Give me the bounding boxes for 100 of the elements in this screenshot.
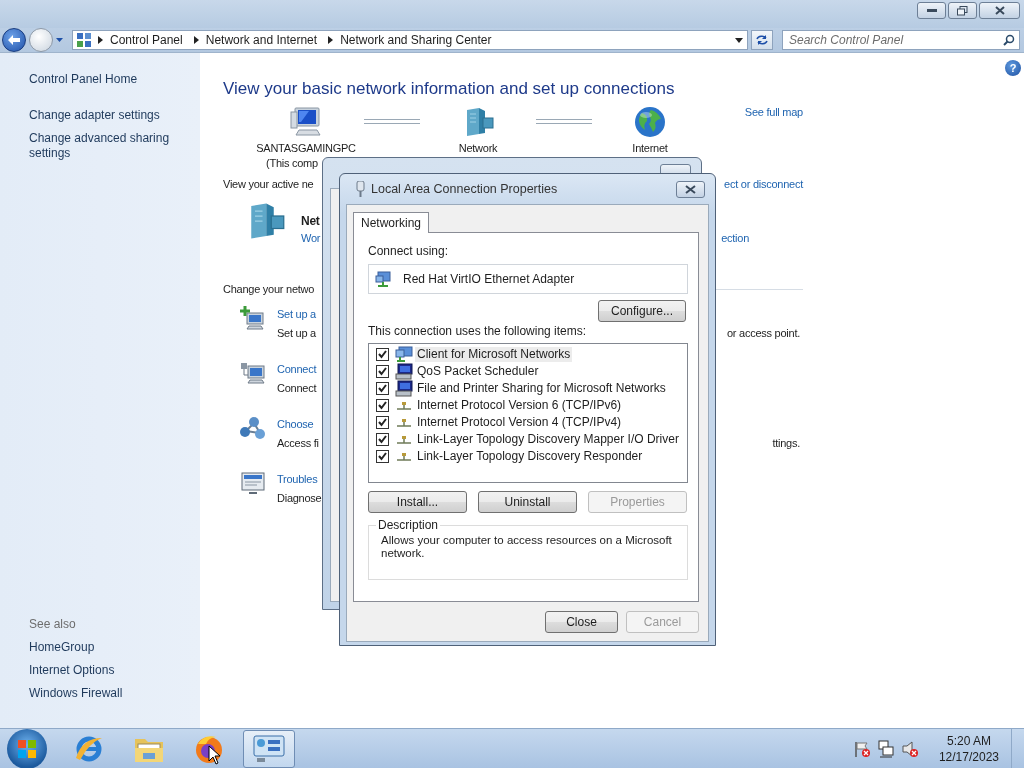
list-item[interactable]: Internet Protocol Version 4 (TCP/IPv4) [415, 415, 624, 430]
list-item[interactable]: Link-Layer Topology Discovery Mapper I/O Driver [415, 432, 681, 447]
taskbar-button[interactable] [243, 729, 295, 768]
computer-icon [395, 363, 413, 380]
sidebar-link[interactable]: Internet Options [29, 663, 174, 678]
control-panel-icon [77, 33, 91, 47]
checkbox[interactable] [376, 348, 389, 361]
computer-icon [395, 380, 413, 397]
task-description: Set up a [277, 326, 316, 341]
breadcrumb[interactable]: Network and Sharing Center [340, 33, 492, 47]
monitor-icon [240, 470, 266, 496]
list-item[interactable]: Client for Microsoft Networks [415, 347, 573, 362]
search-field[interactable]: Search Control Panel [782, 30, 1020, 50]
back-button[interactable] [2, 28, 26, 52]
checkbox[interactable] [376, 399, 389, 412]
network-computer-icon [240, 360, 266, 386]
sidebar-link[interactable]: Change advanced sharing settings [29, 131, 174, 161]
task-link[interactable]: Set up a [277, 305, 316, 323]
configure-button[interactable]: Configure... [598, 300, 686, 322]
task-link[interactable]: Choose [277, 415, 314, 433]
cursor-icon [208, 745, 221, 765]
close-button[interactable]: Close [545, 611, 618, 633]
task-description: Connect [277, 381, 317, 396]
refresh-icon [755, 34, 769, 46]
address-bar[interactable]: Control Panel Network and Internet Network and Sharing Center [72, 30, 748, 50]
see-also-heading: See also [29, 617, 77, 632]
section-label: Change your netwo [223, 282, 315, 297]
task-description: ttings. [772, 436, 800, 451]
description-text: Allows your computer to access resources on a Microsoft network. [381, 534, 673, 560]
connection-line [536, 119, 592, 124]
minimize-icon [926, 8, 937, 13]
checkbox[interactable] [376, 450, 389, 463]
network-name: Net [301, 213, 320, 229]
chevron-icon [193, 36, 199, 44]
close-icon [685, 184, 696, 194]
sidebar-link[interactable]: Change adapter settings [29, 108, 174, 123]
connect-link[interactable]: ect or disconnect [724, 177, 803, 192]
connection-link[interactable]: ection [721, 229, 749, 247]
clock-time[interactable]: 5:20 AM [946, 732, 991, 749]
network-type-link[interactable]: Wor [301, 229, 321, 247]
nodes-icon [240, 415, 266, 441]
node-label: Internet [632, 141, 668, 156]
close-icon [994, 6, 1005, 15]
restore-icon [957, 5, 968, 16]
network-adapter-icon [375, 270, 393, 288]
dropdown-caret-icon[interactable] [735, 37, 743, 43]
task-link[interactable]: Connect [277, 360, 317, 378]
task-description: Diagnose [277, 491, 322, 506]
see-full-map-link[interactable]: See full map [744, 106, 803, 118]
node-label: SANTASGAMINGPC [256, 141, 356, 156]
refresh-button[interactable] [751, 30, 773, 50]
speaker-muted-icon[interactable] [900, 739, 919, 758]
task-link[interactable]: Troubles [277, 470, 318, 488]
start-button[interactable] [7, 728, 47, 768]
install-button[interactable]: Install... [368, 491, 467, 513]
sidebar-link[interactable]: Windows Firewall [29, 686, 174, 701]
close-button[interactable] [676, 180, 705, 198]
list-item[interactable]: Internet Protocol Version 6 (TCP/IPv6) [415, 398, 624, 413]
plug-icon [356, 181, 365, 197]
clock-date[interactable]: 12/17/2023 [938, 748, 999, 765]
computer-plus-icon [240, 305, 266, 331]
computer-icon [289, 106, 323, 138]
list-item[interactable]: Link-Layer Topology Discovery Responder [415, 449, 645, 464]
field-label: Connect using: [368, 244, 450, 259]
list-item[interactable]: QoS Packet Scheduler [415, 364, 541, 379]
sidebar-link[interactable]: Control Panel Home [29, 72, 174, 87]
minimize-button[interactable] [917, 2, 946, 19]
chevron-icon [328, 36, 334, 44]
task-description: or access point. [726, 326, 800, 341]
checkbox[interactable] [376, 416, 389, 429]
chevron-icon [98, 36, 103, 44]
page-heading: View your basic network information and set up connections [223, 79, 676, 99]
field-label: This connection uses the following items: [368, 324, 588, 339]
control-panel-icon [253, 733, 285, 764]
group-title: Description [377, 518, 440, 532]
help-button[interactable]: ? [1005, 60, 1021, 76]
section-label: View your active ne [223, 177, 314, 192]
close-button[interactable] [979, 2, 1020, 19]
node-label: Network [458, 141, 498, 156]
network-computer-icon [395, 346, 413, 363]
flag-error-icon[interactable] [852, 739, 871, 758]
restore-button[interactable] [948, 2, 977, 19]
dialog-title: Local Area Connection Properties [371, 182, 558, 196]
back-arrow-icon [8, 35, 20, 45]
breadcrumb[interactable]: Control Panel [110, 33, 183, 47]
list-item[interactable]: File and Printer Sharing for Microsoft Networks [415, 381, 668, 396]
checkbox[interactable] [376, 382, 389, 395]
four-squares-icon [17, 738, 37, 759]
checkbox[interactable] [376, 433, 389, 446]
checkbox[interactable] [376, 365, 389, 378]
adapter-name: Red Hat VirtIO Ethernet Adapter [403, 272, 575, 286]
node-sublabel: (This comp [265, 156, 318, 171]
network-icon[interactable] [876, 739, 895, 758]
breadcrumb[interactable]: Network and Internet [205, 33, 318, 47]
sidebar-link[interactable]: HomeGroup [29, 640, 174, 655]
tab[interactable]: Networking [353, 212, 430, 233]
uninstall-button[interactable]: Uninstall [478, 491, 577, 513]
globe-icon [634, 106, 666, 138]
task-description: Access fi [277, 436, 319, 451]
connection-line [364, 119, 420, 124]
